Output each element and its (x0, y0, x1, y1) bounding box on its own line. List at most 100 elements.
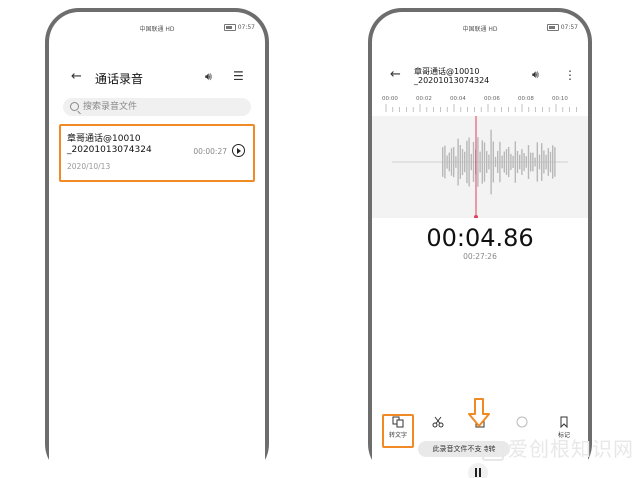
search-placeholder: 搜索录音文件 (83, 102, 138, 112)
ruler-tick-label: 00:06 (484, 96, 500, 102)
speaker-icon[interactable]: 🔊︎ (205, 70, 212, 84)
down-arrow-icon (468, 398, 490, 427)
speed-button[interactable] (508, 416, 536, 430)
battery-icon (223, 24, 236, 31)
waveform-bar (521, 149, 523, 175)
status-bar: 中国联通 HD 07:57 (49, 24, 265, 36)
status-time: 07:57 (560, 24, 578, 31)
more-options-icon[interactable]: ⋮ (564, 68, 576, 82)
ruler-tick-label: 00:00 (382, 96, 398, 102)
waveform-bar (477, 137, 479, 187)
waveform-bar (488, 154, 490, 170)
waveform-bar (486, 151, 488, 173)
waveform-bar (552, 145, 554, 179)
watermark-logo (482, 440, 504, 461)
waveform-bar (446, 155, 448, 169)
right-screen: 中国联通 HD 07:57 ← 章哥通话@10010 _202010130743… (372, 12, 588, 478)
waveform-bar (525, 156, 527, 168)
waveform-bar (483, 142, 486, 182)
waveform-bar (499, 141, 501, 183)
battery-icon (546, 24, 559, 31)
waveform-bar (479, 151, 481, 173)
speed-icon (516, 416, 528, 428)
waveform-bar (532, 152, 534, 172)
status-time: 07:57 (237, 24, 255, 31)
waveform-bar (459, 145, 461, 179)
ruler-tick-label: 00:04 (450, 96, 466, 102)
waveform-bar (448, 152, 450, 172)
right-phone: 中国联通 HD 07:57 ← 章哥通话@10010 _202010130743… (368, 8, 592, 478)
scissors-icon (432, 416, 444, 428)
left-screen: 中国联通 HD 07:57 ← 通话录音 🔊︎ ☰ 搜索录音文件 章哥通话@10… (49, 12, 265, 478)
waveform-bar (510, 153, 512, 170)
waveform-bar (457, 138, 459, 186)
waveform (392, 116, 568, 218)
recording-duration: 00:00:27 (193, 147, 227, 156)
current-time: 00:04.86 (426, 224, 534, 252)
waveform-bar (470, 153, 472, 171)
pause-icon[interactable] (467, 462, 489, 478)
waveform-bar (534, 157, 536, 167)
waveform-bar (464, 151, 466, 173)
waveform-bar (538, 154, 541, 170)
waveform-bar (554, 147, 556, 177)
waveform-bar (490, 129, 492, 195)
waveform-bar (519, 154, 521, 170)
ruler-tick-label: 00:08 (518, 96, 534, 102)
waveform-bar (514, 141, 516, 183)
recording-date: 2020/10/13 (67, 162, 111, 171)
file-name-line2: _20201013074324 (414, 76, 490, 85)
waveform-bar (494, 156, 497, 168)
edit-button[interactable] (424, 416, 452, 430)
waveform-bar (453, 146, 455, 178)
timeline-ruler: 00:00 00:02 00:04 00:06 00:08 00:10 (372, 96, 588, 116)
waveform-bar (461, 149, 464, 176)
waveform-bar (541, 143, 543, 181)
waveform-bar (442, 147, 444, 177)
waveform-bar (455, 156, 457, 168)
waveform-bar (492, 141, 494, 183)
waveform-bar (481, 140, 483, 184)
waveform-bar (508, 146, 510, 178)
status-bar: 中国联通 HD 07:57 (372, 24, 588, 36)
waveform-bar (530, 152, 532, 172)
waveform-bar (468, 137, 470, 187)
back-arrow-icon[interactable]: ← (71, 70, 82, 84)
transcribe-highlight (382, 414, 414, 448)
recording-list-item[interactable]: 章哥通话@10010 _20201013074324 2020/10/13 00… (59, 124, 255, 182)
search-icon (70, 102, 79, 111)
waveform-bar (527, 145, 530, 179)
recording-name-line1: 章哥通话@10010 (67, 134, 141, 144)
left-phone: 中国联通 HD 07:57 ← 通话录音 🔊︎ ☰ 搜索录音文件 章哥通话@10… (45, 8, 269, 478)
recording-name-line2: _20201013074324 (67, 145, 152, 155)
waveform-area[interactable] (372, 116, 588, 218)
waveform-bar (497, 151, 499, 173)
waveform-bar (512, 155, 514, 168)
ruler-tick-label: 00:02 (416, 96, 432, 102)
search-bar[interactable]: 搜索录音文件 (63, 98, 251, 116)
waveform-bar (450, 148, 453, 176)
waveform-bar (501, 155, 503, 169)
back-arrow-icon[interactable]: ← (390, 68, 401, 82)
ruler-tick-label: 00:10 (552, 96, 568, 102)
bookmark-icon (560, 416, 568, 428)
play-icon[interactable] (232, 144, 245, 157)
waveform-bar (503, 151, 505, 173)
waveform-bar (516, 151, 519, 173)
waveform-bar (466, 140, 468, 184)
total-time: 00:27:26 (463, 252, 497, 261)
waveform-bar (505, 149, 508, 175)
waveform-bar (472, 142, 475, 182)
watermark: 爱创根知识网 (482, 433, 634, 462)
sort-menu-icon[interactable]: ☰ (233, 69, 244, 83)
waveform-bar (543, 150, 545, 174)
waveform-bar (547, 148, 549, 176)
waveform-bar (444, 145, 446, 179)
waveform-bar (536, 142, 538, 182)
ruler-ticks (385, 104, 577, 112)
waveform-bar (545, 154, 547, 170)
waveform-bar (523, 153, 525, 171)
page-title: 通话录音 (95, 72, 144, 86)
speaker-icon[interactable]: 🔊︎ (532, 68, 539, 82)
waveform-bar (549, 151, 552, 173)
